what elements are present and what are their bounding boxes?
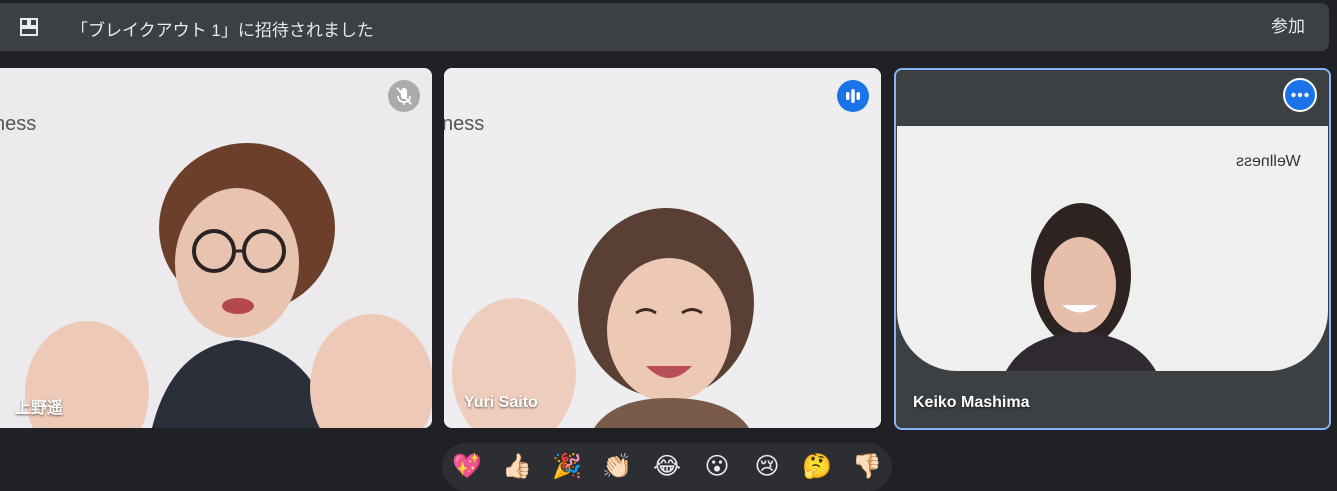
more-options-button[interactable] — [1283, 78, 1317, 112]
participant-video-2 — [444, 68, 881, 428]
join-button[interactable]: 参加 — [1269, 9, 1307, 45]
breakout-invite-message: 「ブレイクアウト 1」に招待されました — [71, 21, 374, 40]
thumbs-up-reaction[interactable]: 👍🏻 — [501, 451, 533, 483]
participant-video-3 — [896, 70, 1329, 428]
participant-tile-1[interactable]: ness 上野遥 — [0, 68, 432, 428]
participant-tile-3[interactable]: Wellness Keiko Mashima — [894, 68, 1331, 430]
participant-name-1: 上野遥 — [15, 400, 64, 417]
participant-video-1 — [0, 68, 432, 428]
participant-name-2: Yuri Saito — [464, 394, 538, 411]
mic-muted-indicator — [388, 80, 420, 112]
backdrop-text-2: ness — [444, 113, 485, 135]
thinking-reaction[interactable]: 🤔 — [801, 451, 833, 483]
breakout-invite-banner: 「ブレイクアウト 1」に招待されました 参加 — [0, 3, 1329, 51]
breakout-rooms-icon — [20, 18, 38, 36]
backdrop-text-3: Wellness — [1236, 153, 1301, 170]
reactions-bar: 💖 👍🏻 🎉 👏🏻 😂 😮 😢 🤔 👎🏻 — [442, 443, 892, 491]
surprised-reaction[interactable]: 😮 — [701, 451, 733, 483]
sparkling-heart-reaction[interactable]: 💖 — [451, 451, 483, 483]
more-horizontal-icon — [1291, 92, 1309, 98]
thumbs-down-reaction[interactable]: 👎🏻 — [851, 451, 883, 483]
clapping-hands-reaction[interactable]: 👏🏻 — [601, 451, 633, 483]
mic-off-icon — [396, 87, 412, 105]
participant-tile-2[interactable]: ness Yuri Saito — [444, 68, 881, 428]
audio-level-icon — [846, 89, 860, 103]
participant-name-3: Keiko Mashima — [913, 394, 1030, 411]
backdrop-text-1: ness — [0, 113, 37, 135]
party-popper-reaction[interactable]: 🎉 — [551, 451, 583, 483]
speaking-indicator — [837, 80, 869, 112]
tears-of-joy-reaction[interactable]: 😂 — [651, 451, 683, 483]
crying-reaction[interactable]: 😢 — [751, 451, 783, 483]
